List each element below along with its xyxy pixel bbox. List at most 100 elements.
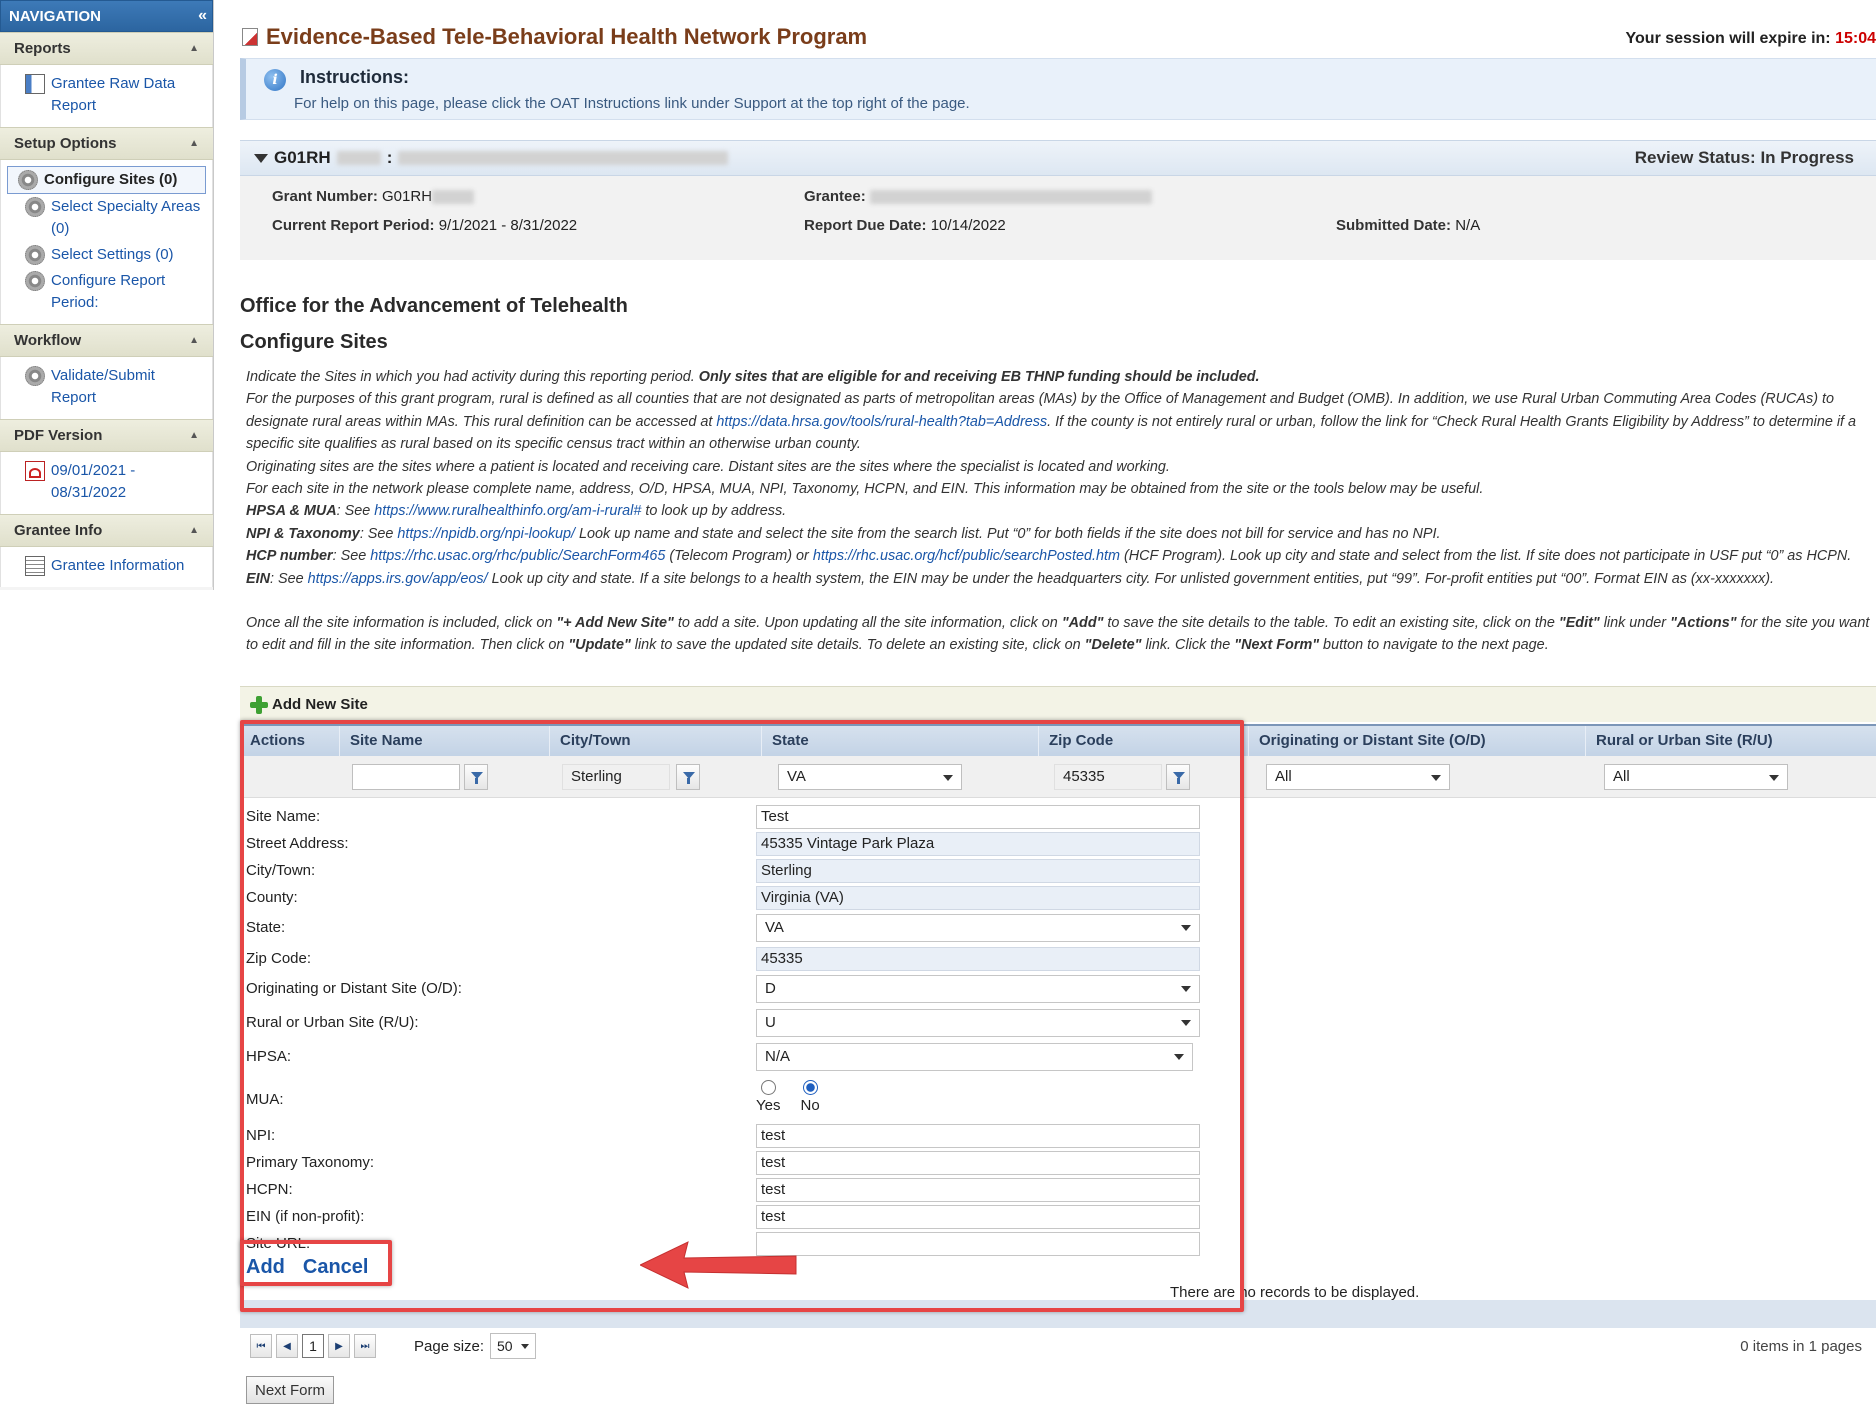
collapse-icon[interactable]: « (198, 7, 207, 25)
grantee-field: Grantee: (804, 188, 1152, 205)
field-value: G01RH (382, 188, 433, 205)
grant-panel: G01RH : Review Status: In Progress Grant… (240, 140, 1876, 260)
rural-health-link[interactable]: https://data.hrsa.gov/tools/rural-health… (716, 414, 1047, 430)
mua-yes-option[interactable]: Yes (756, 1080, 780, 1114)
grant-id: G01RH : (254, 148, 729, 168)
collapse-caret-icon[interactable]: ▲ (189, 335, 199, 346)
mua-yes-radio[interactable] (760, 1080, 776, 1095)
od-filter-select[interactable]: All (1266, 764, 1450, 790)
rhc-hcf-link[interactable]: https://rhc.usac.org/hcf/public/searchPo… (813, 548, 1120, 564)
sidebar-item-label: 09/01/2021 - 08/31/2022 (51, 462, 136, 501)
zip-filter-icon[interactable] (1166, 764, 1190, 790)
nav-section-reports[interactable]: Reports ▲ (0, 32, 213, 65)
column-header-site-name[interactable]: Site Name (340, 726, 550, 756)
instructions-description: Indicate the Sites in which you had acti… (246, 366, 1876, 657)
page-number-button[interactable]: 1 (302, 1334, 324, 1358)
sidebar-item-pdf-period[interactable]: 09/01/2021 - 08/31/2022 (7, 458, 206, 506)
add-link[interactable]: Add (246, 1256, 285, 1279)
collapse-caret-icon[interactable]: ▲ (189, 525, 199, 536)
plus-icon (250, 695, 268, 714)
sidebar-item-configure-report-period[interactable]: Configure Report Period: (7, 268, 206, 316)
state-value: VA (765, 919, 784, 936)
county-input[interactable]: Virginia (VA) (756, 886, 1200, 910)
cancel-link[interactable]: Cancel (303, 1256, 369, 1279)
session-label: Your session will expire in: (1625, 30, 1831, 47)
taxonomy-input[interactable]: test (756, 1151, 1200, 1175)
column-header-od[interactable]: Originating or Distant Site (O/D) (1249, 726, 1586, 756)
next-form-button[interactable]: Next Form (246, 1376, 335, 1404)
first-page-icon[interactable]: ⏮ (250, 1334, 272, 1358)
site-name-filter-icon[interactable] (464, 764, 488, 790)
title-row: Evidence-Based Tele-Behavioral Health Ne… (240, 24, 1876, 54)
column-header-actions[interactable]: Actions (240, 726, 340, 756)
city-filter-input[interactable]: Sterling (562, 764, 670, 790)
hcpn-input[interactable]: test (756, 1178, 1200, 1202)
nav-section-grantee-info[interactable]: Grantee Info ▲ (0, 514, 213, 547)
pager-info: 0 items in 1 pages (1740, 1338, 1862, 1355)
ein-input[interactable]: test (756, 1205, 1200, 1229)
sidebar-item-label: Select Specialty Areas (0) (51, 198, 201, 237)
ru-select[interactable]: U (756, 1009, 1200, 1037)
ru-filter-select[interactable]: All (1604, 764, 1788, 790)
city-filter-icon[interactable] (676, 764, 700, 790)
county-label: County: (246, 889, 298, 906)
desc-text: link to save the updated site details. T… (630, 637, 1085, 654)
ru-filter-value: All (1613, 768, 1630, 785)
site-name-input[interactable]: Test (756, 805, 1200, 829)
od-select[interactable]: D (756, 975, 1200, 1003)
desc-text: (HCF Program). Look up city and state an… (1119, 548, 1852, 565)
sidebar-item-select-specialty-areas[interactable]: Select Specialty Areas (0) (7, 194, 206, 242)
sidebar-item-label: Select Settings (0) (51, 246, 174, 263)
mua-radio-group: Yes No (756, 1080, 820, 1114)
page-title: Evidence-Based Tele-Behavioral Health Ne… (242, 24, 867, 50)
npi-lookup-link[interactable]: https://npidb.org/npi-lookup/ (397, 526, 575, 542)
zip-label: Zip Code: (246, 950, 312, 967)
desc-bold: Only sites that are eligible for and rec… (698, 369, 1260, 385)
prev-page-icon[interactable]: ◀ (276, 1334, 298, 1358)
nav-section-setup-options[interactable]: Setup Options ▲ (0, 127, 213, 160)
sidebar-item-label: Configure Report Period: (51, 272, 166, 311)
sidebar-item-grantee-information[interactable]: Grantee Information (7, 553, 206, 579)
last-page-icon[interactable]: ⏭ (354, 1334, 376, 1358)
nav-section-workflow[interactable]: Workflow ▲ (0, 324, 213, 357)
sidebar-item-configure-sites[interactable]: Configure Sites (0) (7, 166, 206, 194)
zip-input[interactable]: 45335 (756, 947, 1200, 971)
page-size-select[interactable]: 50 (490, 1333, 536, 1359)
collapse-caret-icon[interactable]: ▲ (189, 138, 199, 149)
irs-eos-link[interactable]: https://apps.irs.gov/app/eos/ (308, 571, 488, 587)
column-header-ru[interactable]: Rural or Urban Site (R/U) (1586, 726, 1876, 756)
gear-icon (18, 170, 38, 190)
sidebar-item-select-settings[interactable]: Select Settings (0) (7, 242, 206, 268)
rural-info-link[interactable]: https://www.ruralhealthinfo.org/am-i-rur… (374, 503, 641, 519)
street-address-input[interactable]: 45335 Vintage Park Plaza (756, 832, 1200, 856)
city-input[interactable]: Sterling (756, 859, 1200, 883)
collapse-caret-icon[interactable]: ▲ (189, 430, 199, 441)
state-filter-select[interactable]: VA (778, 764, 962, 790)
mua-no-radio[interactable] (802, 1080, 818, 1095)
desc-text: : See (332, 548, 371, 565)
column-header-city[interactable]: City/Town (550, 726, 762, 756)
expand-triangle-icon[interactable] (254, 153, 268, 163)
npi-input[interactable]: test (756, 1124, 1200, 1148)
sidebar-item-label: Grantee Information (51, 557, 185, 574)
site-name-filter-input[interactable] (352, 764, 460, 790)
hpsa-select[interactable]: N/A (756, 1043, 1193, 1071)
sidebar-item-validate-submit[interactable]: Validate/Submit Report (7, 363, 206, 411)
column-header-zip[interactable]: Zip Code (1039, 726, 1249, 756)
zip-filter-input[interactable]: 45335 (1054, 764, 1162, 790)
grant-header[interactable]: G01RH : Review Status: In Progress (240, 140, 1876, 176)
next-page-icon[interactable]: ▶ (328, 1334, 350, 1358)
site-url-input[interactable] (756, 1232, 1200, 1256)
sidebar-item-grantee-raw-data-report[interactable]: Grantee Raw Data Report (7, 71, 206, 119)
state-select[interactable]: VA (756, 914, 1200, 942)
mua-no-option[interactable]: No (800, 1080, 820, 1114)
collapse-caret-icon[interactable]: ▲ (189, 43, 199, 54)
rhc-telecom-link[interactable]: https://rhc.usac.org/rhc/public/SearchFo… (370, 548, 665, 564)
field-label: Current Report Period: (272, 217, 435, 234)
column-header-state[interactable]: State (762, 726, 1039, 756)
add-new-site-button[interactable]: Add New Site (240, 686, 1876, 722)
site-url-label: Site URL: (246, 1235, 311, 1252)
desc-bold: "Edit" (1558, 615, 1600, 632)
nav-section-pdf-version[interactable]: PDF Version ▲ (0, 419, 213, 452)
desc-text: to save the site details to the table. T… (1103, 615, 1559, 632)
